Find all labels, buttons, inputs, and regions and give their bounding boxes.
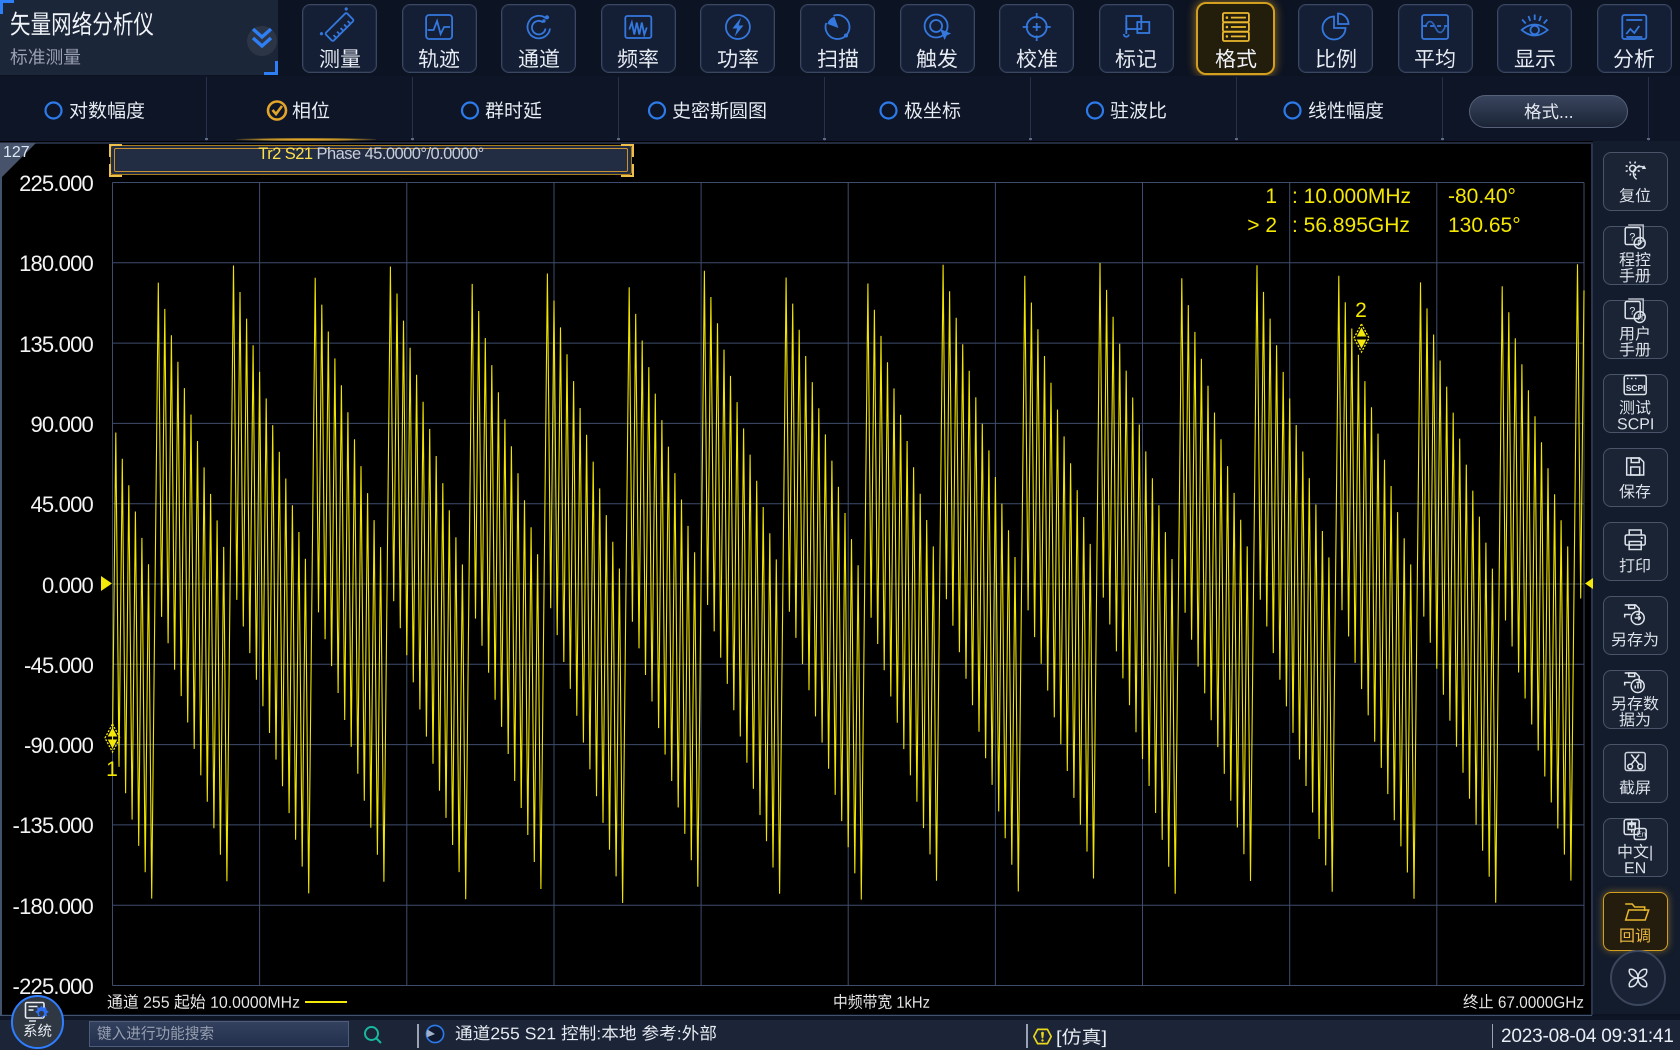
svg-text:SCPI: SCPI xyxy=(1626,383,1646,393)
svg-text:P: P xyxy=(1637,239,1642,248)
svg-text:H: H xyxy=(1637,313,1643,322)
svg-text:En: En xyxy=(1637,830,1646,839)
